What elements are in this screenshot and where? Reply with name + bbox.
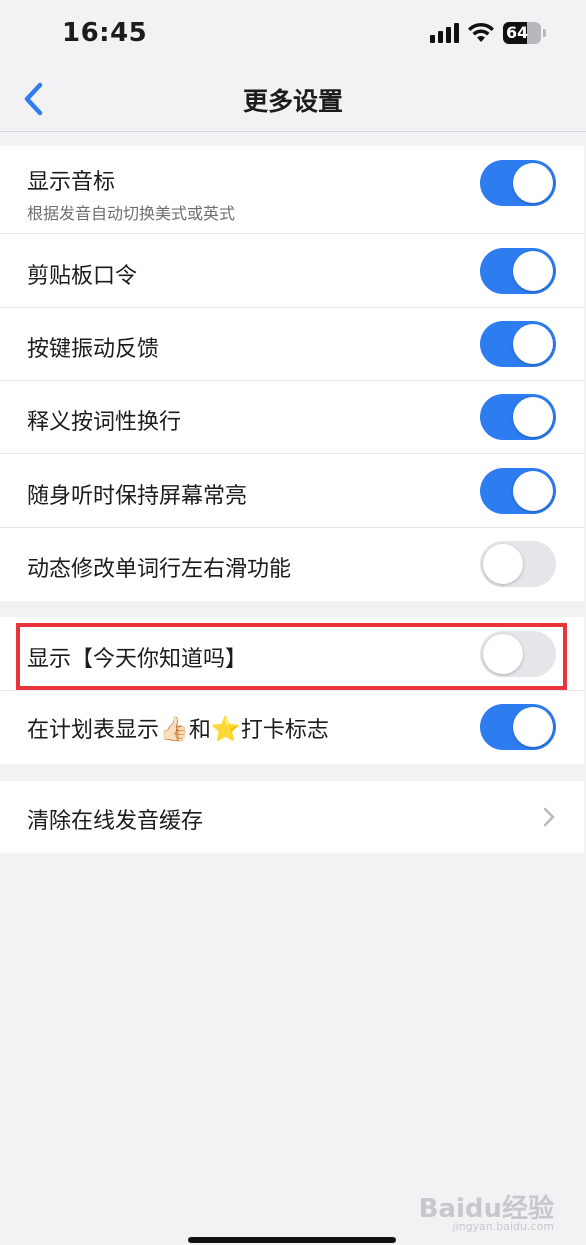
setting-row-clear-cache[interactable]: 清除在线发音缓存 [0, 781, 584, 853]
setting-label: 按键振动反馈 [27, 337, 160, 362]
toggle-switch[interactable] [480, 394, 556, 440]
toggle-switch[interactable] [480, 321, 556, 367]
setting-row-plan-badges: 在计划表显示👍🏻和⭐打卡标志 [0, 691, 584, 764]
setting-row-keep-screen-on: 随身听时保持屏幕常亮 [0, 454, 584, 528]
label-text: 在计划表显示 [27, 718, 160, 743]
toggle-switch[interactable] [480, 704, 556, 750]
star-icon: ⭐ [210, 715, 241, 743]
setting-row-swipe-function: 动态修改单词行左右滑功能 [0, 528, 584, 601]
toggle-switch[interactable] [480, 631, 556, 677]
setting-label: 显示【今天你知道吗】 [27, 647, 248, 672]
battery-icon: 64 [503, 22, 541, 44]
status-icons: 64 [430, 22, 546, 44]
setting-label: 随身听时保持屏幕常亮 [27, 484, 248, 509]
home-indicator[interactable] [188, 1237, 396, 1243]
status-time: 16:45 [62, 18, 148, 48]
setting-sublabel: 根据发音自动切换美式或英式 [27, 204, 236, 223]
setting-label: 显示音标 [27, 170, 116, 195]
setting-label: 动态修改单词行左右滑功能 [27, 557, 292, 582]
setting-label: 清除在线发音缓存 [27, 809, 204, 834]
battery-percent: 64 [506, 23, 529, 42]
thumbs-up-icon: 👍🏻 [159, 715, 189, 743]
setting-row-did-you-know: 显示【今天你知道吗】 [0, 617, 584, 691]
battery-tip [543, 29, 546, 37]
wifi-icon [468, 22, 494, 42]
label-text: 和 [188, 718, 211, 743]
setting-row-clipboard: 剪贴板口令 [0, 234, 584, 308]
page-title: 更多设置 [242, 87, 343, 116]
setting-label: 释义按词性换行 [27, 410, 182, 435]
signal-icon [430, 23, 459, 43]
setting-row-vibration: 按键振动反馈 [0, 308, 584, 381]
toggle-switch[interactable] [480, 541, 556, 587]
toggle-switch[interactable] [480, 248, 556, 294]
settings-group-display: 显示音标 根据发音自动切换美式或英式 剪贴板口令 按键振动反馈 释义按词性换行 … [0, 146, 584, 601]
toggle-switch[interactable] [480, 468, 556, 514]
watermark-url: jingyan.baidu.com [452, 1220, 554, 1233]
status-bar: 16:45 64 [0, 0, 586, 66]
setting-row-phonetic: 显示音标 根据发音自动切换美式或英式 [0, 146, 584, 234]
label-text: 打卡标志 [240, 718, 329, 743]
settings-group-cache: 清除在线发音缓存 [0, 781, 584, 853]
setting-label: 在计划表显示👍🏻和⭐打卡标志 [27, 712, 329, 744]
setting-label: 剪贴板口令 [27, 264, 138, 289]
toggle-switch[interactable] [480, 160, 556, 206]
nav-bar: 更多设置 [0, 66, 586, 132]
settings-group-extras: 显示【今天你知道吗】 在计划表显示👍🏻和⭐打卡标志 [0, 617, 584, 764]
setting-row-definition-wrap: 释义按词性换行 [0, 381, 584, 454]
chevron-right-icon [543, 807, 555, 827]
